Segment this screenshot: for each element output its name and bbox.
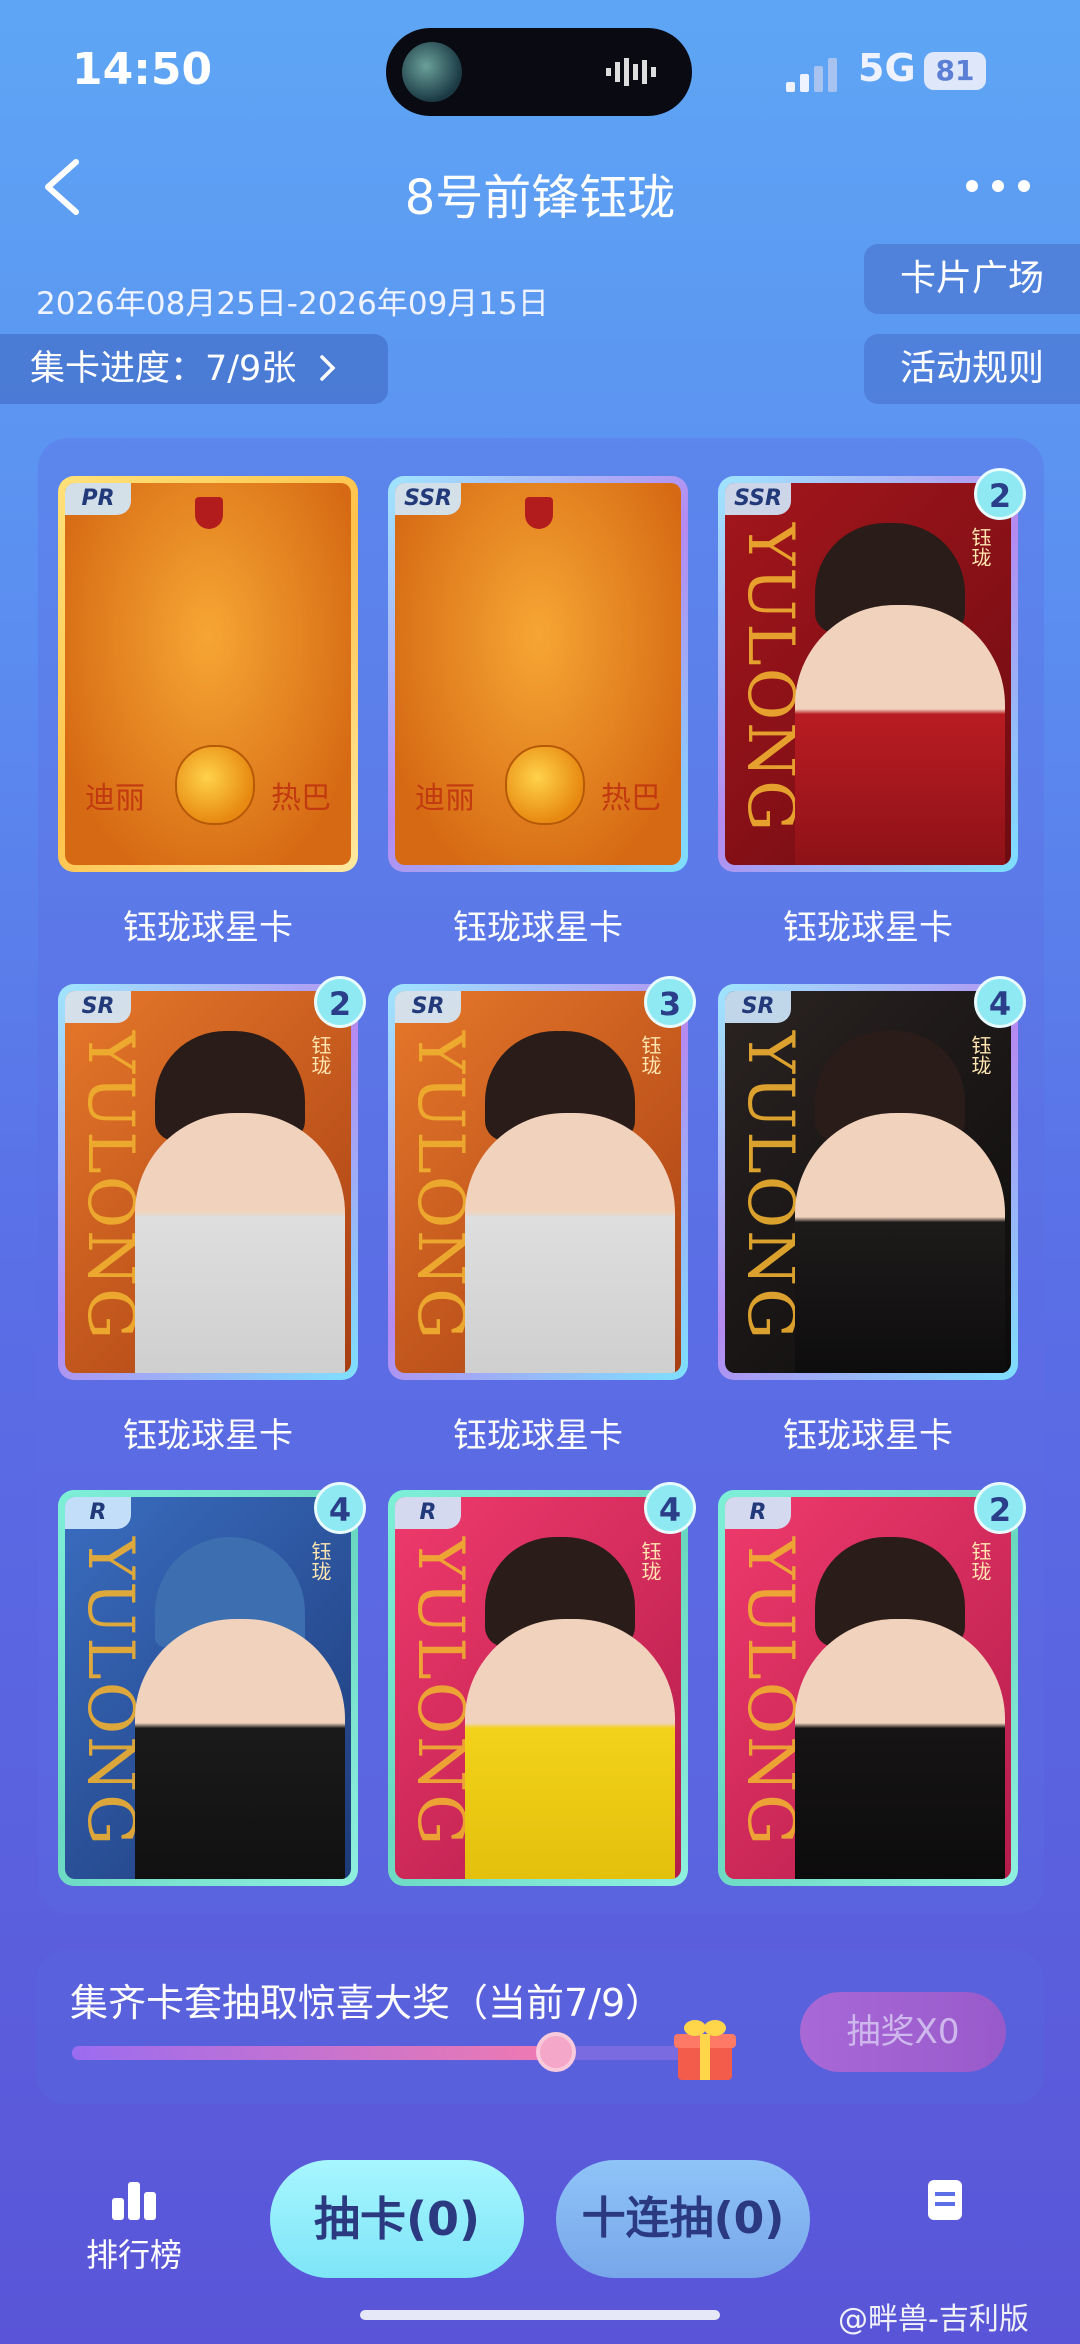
collection-progress-link[interactable]: 集卡进度：7/9张 <box>0 334 388 404</box>
card-art: YULONG 钰珑 <box>65 991 351 1373</box>
card-art: YULONG 钰珑 <box>395 991 681 1373</box>
card-item[interactable]: YULONG 钰珑 R 4 <box>58 1482 366 1886</box>
card-count-badge: 2 <box>314 976 366 1028</box>
lottery-button[interactable]: 抽奖X0 <box>800 1992 1006 2072</box>
card-portrait <box>135 1113 345 1373</box>
card-count-badge: 2 <box>974 468 1026 520</box>
team-shield-icon <box>525 497 553 529</box>
card-name-left: 迪丽 <box>85 781 145 816</box>
card-side-name: 钰珑 <box>968 527 992 567</box>
card-label: 钰珑球星卡 <box>453 908 623 948</box>
battery-indicator: 81 <box>924 52 986 90</box>
football-icon <box>175 745 255 825</box>
card-art: 迪丽 热巴 <box>65 483 351 865</box>
rarity-badge: SR <box>65 991 131 1023</box>
card-item[interactable]: 迪丽 热巴 PR <box>58 476 358 872</box>
card-count-badge: 2 <box>974 1482 1026 1534</box>
card-art: YULONG 钰珑 <box>725 483 1011 865</box>
card-portrait <box>465 1619 675 1879</box>
card-label: 钰珑球星卡 <box>123 908 293 948</box>
card-label: 钰珑球星卡 <box>123 1416 293 1456</box>
card-label: 钰珑球星卡 <box>453 1416 623 1456</box>
rarity-badge: SSR <box>725 483 791 515</box>
home-indicator <box>360 2310 720 2320</box>
card-item[interactable]: YULONG 钰珑 SR 3 <box>388 976 696 1380</box>
network-type: 5G <box>858 46 916 90</box>
chevron-right-icon <box>320 355 336 381</box>
draw-ten-button[interactable]: 十连抽(0) <box>556 2160 810 2278</box>
card-count-badge: 4 <box>314 1482 366 1534</box>
rarity-badge: R <box>725 1497 791 1529</box>
card-side-name: 钰珑 <box>968 1035 992 1075</box>
card-side-name: 钰珑 <box>968 1541 992 1581</box>
draw-card-button[interactable]: 抽卡(0) <box>270 2160 524 2278</box>
rarity-badge: R <box>65 1497 131 1529</box>
progress-label: 集卡进度：7/9张 <box>30 349 297 389</box>
album-art-icon <box>402 42 462 102</box>
signal-icon <box>786 58 837 92</box>
watermark: @畔兽-吉利版 <box>838 2302 1029 2337</box>
card-name-right: 热巴 <box>271 781 331 816</box>
prize-text: 集齐卡套抽取惊喜大奖（当前7/9） <box>70 1981 664 2025</box>
rarity-badge: R <box>395 1497 461 1529</box>
card-item[interactable]: YULONG 钰珑 R 4 <box>388 1482 696 1886</box>
team-shield-icon <box>195 497 223 529</box>
rarity-badge: SR <box>395 991 461 1023</box>
prize-progress-knob <box>535 2032 576 2072</box>
card-art: YULONG 钰珑 <box>725 991 1011 1373</box>
card-item[interactable]: 迪丽 热巴 SSR <box>388 476 688 872</box>
card-name-right: 热巴 <box>601 781 661 816</box>
audio-wave-icon <box>606 58 656 86</box>
card-art: 迪丽 热巴 <box>395 483 681 865</box>
card-name-left: 迪丽 <box>415 781 475 816</box>
prize-progress-fill <box>72 2046 556 2060</box>
card-portrait <box>795 1619 1005 1879</box>
card-count-badge: 4 <box>974 976 1026 1028</box>
card-portrait <box>135 1619 345 1879</box>
page-title: 8号前锋钰珑 <box>404 170 676 226</box>
card-side-name: 钰珑 <box>638 1541 662 1581</box>
card-count-badge: 3 <box>644 976 696 1028</box>
rarity-badge: SR <box>725 991 791 1023</box>
card-art: YULONG 钰珑 <box>395 1497 681 1879</box>
card-portrait <box>465 1113 675 1373</box>
card-item[interactable]: YULONG 钰珑 SSR 2 <box>718 468 1026 872</box>
rules-button[interactable]: 活动规则 <box>864 334 1080 404</box>
card-art: YULONG 钰珑 <box>65 1497 351 1879</box>
event-dates: 2026年08月25日-2026年09月15日 <box>36 286 549 322</box>
card-side-name: 钰珑 <box>308 1035 332 1075</box>
rarity-badge: PR <box>65 483 131 515</box>
card-item[interactable]: YULONG 钰珑 SR 4 <box>718 976 1026 1380</box>
status-time: 14:50 <box>72 44 213 95</box>
card-label: 钰珑球星卡 <box>783 908 953 948</box>
gift-icon <box>674 2020 736 2080</box>
more-icon[interactable] <box>962 170 1034 202</box>
card-portrait <box>795 605 1005 865</box>
rarity-badge: SSR <box>395 483 461 515</box>
card-art: YULONG 钰珑 <box>725 1497 1011 1879</box>
dynamic-island <box>386 28 692 116</box>
rank-icon[interactable] <box>110 2178 158 2222</box>
card-side-name: 钰珑 <box>638 1035 662 1075</box>
rank-label[interactable]: 排行榜 <box>86 2230 182 2276</box>
card-plaza-button[interactable]: 卡片广场 <box>864 244 1080 314</box>
football-icon <box>505 745 585 825</box>
card-item[interactable]: YULONG 钰珑 R 2 <box>718 1482 1026 1886</box>
card-side-name: 钰珑 <box>308 1541 332 1581</box>
card-count-badge: 4 <box>644 1482 696 1534</box>
card-item[interactable]: YULONG 钰珑 SR 2 <box>58 976 366 1380</box>
card-label: 钰珑球星卡 <box>783 1416 953 1456</box>
card-portrait <box>795 1113 1005 1373</box>
doc-icon[interactable] <box>926 2178 964 2222</box>
